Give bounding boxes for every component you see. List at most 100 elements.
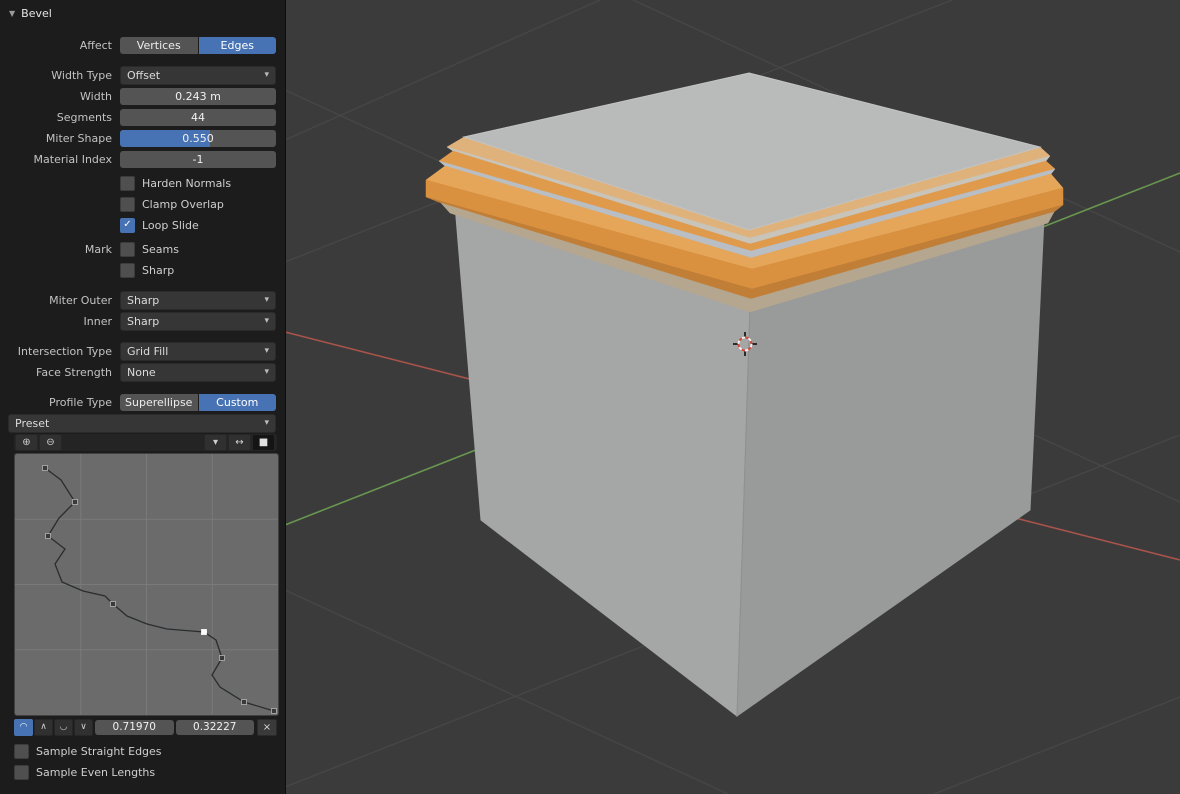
affect-vertices-button[interactable]: Vertices (120, 36, 198, 54)
row-loop-slide: Loop Slide (0, 215, 285, 235)
width-value: 0.243 m (175, 89, 221, 103)
face-strength-dropdown[interactable]: None ▾ (120, 362, 276, 382)
intersection-type-dropdown[interactable]: Grid Fill ▾ (120, 341, 276, 361)
row-preset: Preset ▾ (8, 413, 285, 433)
chevron-down-icon: ▾ (264, 295, 269, 305)
handle-vector-icon[interactable]: ∧ (34, 718, 53, 736)
loop-slide-checkbox[interactable] (120, 217, 135, 233)
row-face-strength: Face Strength None ▾ (0, 362, 285, 382)
profile-curve-widget: ⊕ ⊖ ▾ ↔ ■ ◠ ∧ ◡ ∨ 0.71970 0.32227 × (14, 434, 279, 736)
curve-options-dropdown[interactable]: ▾ (204, 434, 227, 451)
row-segments: Segments 44 (0, 107, 285, 127)
face-strength-label: Face Strength (36, 365, 112, 379)
sample-straight-checkbox[interactable] (14, 743, 29, 759)
point-y-value: 0.32227 (193, 721, 237, 733)
zoom-out-button[interactable]: ⊖ (39, 434, 62, 451)
segments-field[interactable]: 44 (120, 108, 276, 126)
curve-point[interactable] (42, 465, 48, 471)
miter-shape-slider[interactable]: 0.550 (120, 129, 276, 147)
segments-value: 44 (191, 110, 205, 124)
curve-toolbar: ⊕ ⊖ ▾ ↔ ■ (14, 434, 277, 451)
curve-point[interactable] (219, 655, 225, 661)
material-index-label: Material Index (33, 152, 112, 166)
sample-straight-label: Sample Straight Edges (36, 744, 162, 758)
mark-seams-label: Seams (142, 242, 179, 256)
row-mark-seams: Mark Seams (0, 239, 285, 259)
bevel-operator-panel: ▼ Bevel Affect Vertices Edges Width Type… (0, 0, 286, 794)
clamp-overlap-checkbox[interactable] (120, 196, 135, 212)
row-material-index: Material Index -1 (0, 149, 285, 169)
row-sample-even: Sample Even Lengths (14, 762, 285, 782)
material-index-field[interactable]: -1 (120, 150, 276, 168)
mark-sharp-checkbox[interactable] (120, 262, 135, 278)
curve-editor[interactable] (14, 453, 279, 716)
curve-point[interactable] (110, 601, 116, 607)
row-affect: Affect Vertices Edges (0, 35, 285, 55)
mark-sharp-label: Sharp (142, 263, 175, 277)
collapse-triangle-icon[interactable]: ▼ (9, 9, 15, 18)
mark-label: Mark (84, 242, 112, 256)
width-label: Width (80, 89, 112, 103)
row-mark-sharp: Sharp (0, 260, 285, 280)
preset-dropdown[interactable]: Preset ▾ (8, 413, 276, 433)
row-miter-inner: Inner Sharp ▾ (0, 311, 285, 331)
row-sample-straight: Sample Straight Edges (14, 741, 285, 761)
row-profile-type: Profile Type Superellipse Custom (0, 392, 285, 412)
intersection-type-label: Intersection Type (17, 344, 112, 358)
affect-label: Affect (79, 38, 112, 52)
profile-type-label: Profile Type (49, 395, 112, 409)
miter-shape-value: 0.550 (182, 131, 214, 145)
profile-superellipse-button[interactable]: Superellipse (120, 393, 198, 411)
row-miter-outer: Miter Outer Sharp ▾ (0, 290, 285, 310)
miter-inner-label: Inner (83, 314, 112, 328)
curve-point-selected[interactable] (201, 629, 207, 635)
curve-bottom-bar: ◠ ∧ ◡ ∨ 0.71970 0.32227 × (14, 718, 277, 736)
point-x-field[interactable]: 0.71970 (95, 719, 174, 735)
curve-point[interactable] (45, 533, 51, 539)
panel-title: Bevel (21, 6, 52, 20)
harden-normals-checkbox[interactable] (120, 175, 135, 191)
preset-value: Preset (15, 416, 50, 430)
chevron-down-icon: ▾ (264, 367, 269, 377)
sample-even-label: Sample Even Lengths (36, 765, 156, 779)
row-width-type: Width Type Offset ▾ (0, 65, 285, 85)
affect-edges-button[interactable]: Edges (198, 36, 276, 54)
miter-outer-value: Sharp (127, 293, 160, 307)
profile-custom-button[interactable]: Custom (198, 393, 276, 411)
point-y-field[interactable]: 0.32227 (175, 719, 254, 735)
clipping-toggle-icon[interactable]: ↔ (228, 434, 251, 451)
clamp-overlap-label: Clamp Overlap (142, 197, 224, 211)
row-harden-normals: Harden Normals (0, 173, 285, 193)
sample-even-checkbox[interactable] (14, 764, 29, 780)
curve-point[interactable] (72, 499, 78, 505)
miter-inner-dropdown[interactable]: Sharp ▾ (120, 311, 276, 331)
handle-free-icon[interactable]: ◡ (54, 718, 73, 736)
chevron-down-icon: ▾ (264, 346, 269, 356)
miter-shape-label: Miter Shape (45, 131, 112, 145)
loop-slide-label: Loop Slide (142, 218, 199, 232)
row-width: Width 0.243 m (0, 86, 285, 106)
curve-point[interactable] (271, 708, 277, 714)
handle-align-icon[interactable]: ∨ (74, 718, 93, 736)
row-clamp-overlap: Clamp Overlap (0, 194, 285, 214)
miter-outer-dropdown[interactable]: Sharp ▾ (120, 290, 276, 310)
curve-canvas[interactable] (15, 454, 278, 715)
zoom-in-button[interactable]: ⊕ (15, 434, 38, 451)
handle-auto-icon[interactable]: ◠ (14, 718, 33, 736)
harden-normals-label: Harden Normals (142, 176, 232, 190)
width-type-dropdown[interactable]: Offset ▾ (120, 65, 276, 85)
mark-seams-checkbox[interactable] (120, 241, 135, 257)
point-x-value: 0.71970 (112, 721, 156, 733)
face-strength-value: None (127, 365, 156, 379)
curve-point[interactable] (241, 699, 247, 705)
chevron-down-icon: ▾ (264, 316, 269, 326)
extend-mode-button[interactable]: ■ (252, 434, 275, 451)
delete-point-button[interactable]: × (257, 718, 277, 736)
width-field[interactable]: 0.243 m (120, 87, 276, 105)
chevron-down-icon: ▾ (264, 418, 269, 428)
miter-outer-label: Miter Outer (49, 293, 112, 307)
chevron-down-icon: ▾ (264, 70, 269, 80)
panel-header[interactable]: ▼ Bevel (0, 0, 285, 26)
miter-inner-value: Sharp (127, 314, 160, 328)
material-index-value: -1 (192, 152, 204, 166)
